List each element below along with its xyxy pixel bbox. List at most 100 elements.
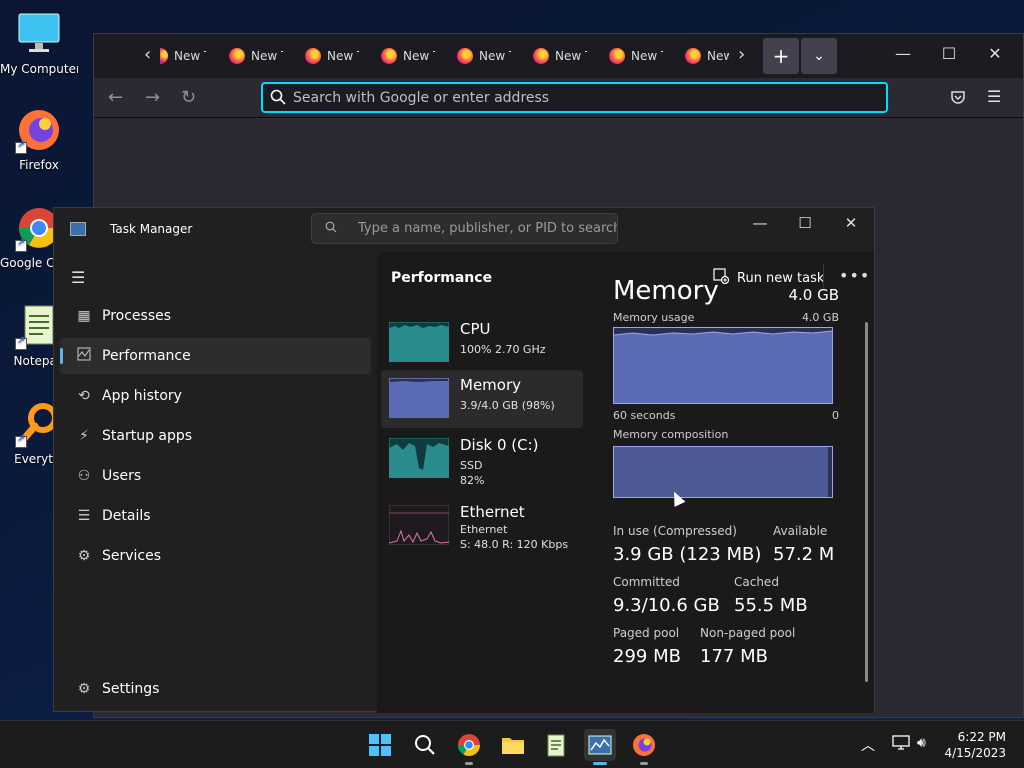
url-bar-placeholder: Search with Google or enter address <box>293 89 550 106</box>
sidebar-item-details[interactable]: ☰ Details <box>60 498 371 534</box>
firefox-tab-icon <box>685 48 701 64</box>
performance-panel: Performance Run new task ••• CPU 100% 2.… <box>377 252 874 713</box>
axis-left-label: 60 seconds <box>613 409 676 422</box>
firefox-tab[interactable]: New T <box>305 46 359 66</box>
desktop-icon-firefox[interactable]: Firefox <box>0 106 78 172</box>
maximize-icon[interactable]: ☐ <box>795 214 815 232</box>
resource-detail: 3.9/4.0 GB (98%) <box>460 399 555 412</box>
firefox-tab[interactable]: New T <box>381 46 435 66</box>
list-icon: ☰ <box>77 508 91 524</box>
grid-icon: ▦ <box>77 308 91 324</box>
monitor-icon <box>15 10 63 58</box>
sidebar: ☰ ▦ Processes Performance ⟲ App history … <box>54 252 377 713</box>
usage-label: Memory usage <box>613 311 695 324</box>
resource-cpu[interactable]: CPU 100% 2.70 GHz <box>381 314 583 372</box>
taskbar-search-button[interactable] <box>409 729 441 761</box>
sidebar-item-app-history[interactable]: ⟲ App history <box>60 378 371 414</box>
axis-right-label: 0 <box>832 409 839 422</box>
desktop-icon-my-computer[interactable]: My Computer <box>0 10 78 76</box>
composition-label: Memory composition <box>613 428 729 441</box>
search-placeholder: Type a name, publisher, or PID to search <box>358 221 618 236</box>
detail-title: Memory <box>613 276 719 306</box>
sidebar-item-processes[interactable]: ▦ Processes <box>60 298 371 334</box>
memory-composition-bar[interactable] <box>613 446 833 498</box>
pulse-icon <box>60 347 102 365</box>
close-icon[interactable]: ✕ <box>841 214 861 232</box>
tab-title: New T <box>555 49 587 63</box>
window-title: Task Manager <box>110 222 193 236</box>
list-all-tabs-button[interactable]: ⌄ <box>801 38 837 74</box>
sidebar-item-settings[interactable]: ⚙ Settings <box>60 671 371 707</box>
clock-time: 6:22 PM <box>957 730 1006 744</box>
firefox-tab[interactable]: New T <box>457 46 511 66</box>
resource-name: Disk 0 (C:) <box>460 436 539 454</box>
chevron-up-icon[interactable]: ︿ <box>861 735 875 755</box>
firefox-icon <box>15 106 63 154</box>
sidebar-item-performance[interactable]: Performance <box>60 338 371 374</box>
resource-disk[interactable]: Disk 0 (C:) SSD 82% <box>381 430 583 488</box>
forward-arrow-icon[interactable]: → <box>145 87 160 108</box>
stat-label: In use (Compressed) <box>613 524 737 538</box>
reload-icon[interactable]: ↻ <box>181 87 196 108</box>
firefox-tab-icon <box>457 48 473 64</box>
firefox-tab[interactable]: New T <box>160 46 206 66</box>
memory-detail: Memory 4.0 GB Memory usage 4.0 GB 60 sec… <box>613 252 853 713</box>
sidebar-item-label: Details <box>102 508 151 524</box>
sidebar-item-users[interactable]: ⚇ Users <box>60 458 371 494</box>
taskbar-file-explorer[interactable] <box>497 729 529 761</box>
minimize-icon[interactable]: — <box>893 44 913 63</box>
history-icon: ⟲ <box>78 388 90 404</box>
detail-capacity: 4.0 GB <box>788 286 839 304</box>
taskbar-task-manager[interactable] <box>584 729 616 765</box>
pocket-icon[interactable] <box>950 89 966 109</box>
resource-ethernet[interactable]: Ethernet Ethernet S: 48.0 R: 120 Kbps <box>381 497 583 555</box>
menu-icon[interactable]: ☰ <box>987 87 1001 106</box>
firefox-tab-icon <box>609 48 625 64</box>
firefox-tab[interactable]: New <box>685 46 729 66</box>
page-title: Performance <box>391 270 493 286</box>
system-clock[interactable]: 6:22 PM 4/15/2023 <box>944 729 1006 761</box>
volume-icon[interactable]: 🔊︎ <box>917 735 926 751</box>
sidebar-item-startup-apps[interactable]: ⚡ Startup apps <box>60 418 371 454</box>
hamburger-menu-icon[interactable]: ☰ <box>71 268 85 287</box>
taskbar-chrome[interactable] <box>453 729 485 765</box>
resource-name: Memory <box>460 376 522 394</box>
sidebar-item-label: Performance <box>102 348 191 364</box>
maximize-icon[interactable]: ☐ <box>939 44 959 63</box>
memory-sparkline <box>389 378 449 418</box>
notepad-icon <box>547 734 565 757</box>
minimize-icon[interactable]: — <box>750 214 770 232</box>
url-bar[interactable]: Search with Google or enter address <box>261 82 888 113</box>
sidebar-item-services[interactable]: ⚙ Services <box>60 538 371 574</box>
taskbar-firefox[interactable] <box>628 729 660 765</box>
tab-title: New T <box>479 49 511 63</box>
tab-title: New T <box>327 49 359 63</box>
back-arrow-icon[interactable]: ← <box>108 87 123 108</box>
firefox-tab-icon <box>533 48 549 64</box>
scroll-tabs-right-icon[interactable]: › <box>738 44 745 65</box>
new-tab-button[interactable]: + <box>763 38 799 74</box>
shortcut-arrow-icon <box>15 335 27 350</box>
search-input[interactable]: Type a name, publisher, or PID to search <box>311 213 618 244</box>
tab-title: New T <box>174 49 206 63</box>
firefox-tab[interactable]: New T <box>229 46 283 66</box>
users-icon: ⚇ <box>77 468 91 484</box>
sidebar-item-label: Services <box>102 548 162 564</box>
sidebar-item-label: Settings <box>102 681 160 697</box>
resource-detail: SSD <box>460 459 483 472</box>
start-button[interactable] <box>364 729 396 761</box>
scrollbar[interactable] <box>865 322 868 682</box>
search-icon <box>325 221 337 236</box>
network-icon[interactable] <box>892 735 910 755</box>
close-icon[interactable]: ✕ <box>985 44 1005 63</box>
scroll-tabs-left-icon[interactable]: ‹ <box>144 44 151 65</box>
stat-value: 299 MB <box>613 646 681 667</box>
firefox-tab[interactable]: New T <box>533 46 587 66</box>
resource-memory[interactable]: Memory 3.9/4.0 GB (98%) <box>381 370 583 428</box>
firefox-tab[interactable]: New T <box>609 46 663 66</box>
task-manager-title-bar: Task Manager Type a name, publisher, or … <box>54 208 874 252</box>
taskbar-notepad[interactable] <box>540 729 572 761</box>
resource-name: CPU <box>460 320 491 338</box>
stat-label: Cached <box>734 575 779 589</box>
clock-date: 4/15/2023 <box>944 746 1006 760</box>
